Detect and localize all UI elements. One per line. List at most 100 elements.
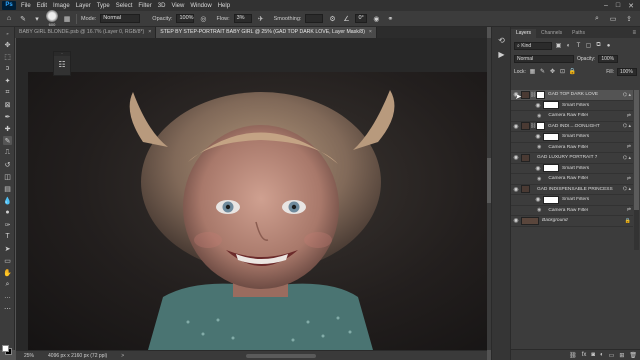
foreground-color-swatch[interactable]	[2, 345, 9, 352]
layer-thumbnail[interactable]	[521, 153, 530, 162]
brush-settings-icon[interactable]: ▦	[62, 14, 72, 24]
smart-filter-mask-thumbnail[interactable]	[543, 195, 559, 204]
type-tool-icon[interactable]: T	[3, 232, 12, 241]
menu-edit[interactable]: Edit	[34, 3, 50, 9]
smart-object-filter-icon[interactable]: ⧉	[595, 42, 602, 49]
close-window-button[interactable]: ✕	[628, 2, 634, 10]
flow-field[interactable]: 3%	[233, 14, 252, 23]
search-icon[interactable]: ⌕	[592, 14, 602, 24]
link-chain-icon[interactable]: ⛓	[530, 92, 536, 98]
visibility-eye-icon[interactable]: ◉	[533, 196, 543, 203]
kind-filter-select[interactable]: ⌕ Kind	[514, 41, 552, 50]
close-tab-icon[interactable]: ×	[148, 27, 151, 38]
link-chain-icon[interactable]: ⛓	[530, 123, 536, 129]
more-tools-icon[interactable]: …	[3, 292, 12, 301]
home-icon[interactable]: ⌂	[4, 14, 14, 24]
play-actions-icon[interactable]: ▶	[496, 49, 507, 60]
lock-transparent-icon[interactable]: ▦	[529, 68, 536, 75]
visibility-eye-icon[interactable]: ◉	[537, 113, 541, 119]
layer-name[interactable]: GAD INDI....OONLIGHT	[548, 124, 600, 129]
menu-filter[interactable]: Filter	[135, 3, 154, 9]
layer-mask-thumbnail[interactable]	[536, 122, 545, 131]
lock-image-icon[interactable]: ✎	[539, 68, 546, 75]
brush-tool-icon[interactable]: ✎	[3, 136, 12, 145]
layer-row[interactable]: ◉ Background 🔒	[511, 216, 633, 227]
panel-menu-icon[interactable]: ≡	[632, 29, 640, 38]
crop-tool-icon[interactable]: ⌗	[3, 88, 12, 97]
add-mask-icon[interactable]: ◙	[591, 352, 595, 358]
smart-filters-row[interactable]: ◉ Smart Filters	[511, 101, 633, 111]
layer-opacity-field[interactable]: 100%	[598, 54, 619, 63]
filter-options-icon[interactable]: ⇌	[627, 144, 631, 150]
airbrush-icon[interactable]: ✈	[256, 14, 266, 24]
layer-row[interactable]: ◉ ⛓ GAD TOP DARK LOVE ⌬ ▴	[511, 90, 633, 101]
tab-channels[interactable]: Channels	[536, 29, 567, 38]
layer-name[interactable]: GAD INDISPENSABLE PRINCESS	[537, 187, 613, 192]
chevron-down-icon[interactable]: ▾	[32, 14, 42, 24]
filter-name[interactable]: Camera Raw Filter	[548, 145, 588, 150]
menu-type[interactable]: Type	[94, 3, 113, 9]
tab-step-by-step-portrait[interactable]: STEP BY STEP-PORTRAIT BABY GIRL @ 25% (G…	[156, 27, 377, 38]
share-icon[interactable]: ⇪	[624, 14, 634, 24]
visibility-eye-icon[interactable]: ◉	[511, 217, 521, 224]
edit-toolbar-icon[interactable]: ⋯	[3, 304, 12, 313]
filter-row[interactable]: ◉ Camera Raw Filter ⇌	[511, 111, 633, 122]
filter-options-icon[interactable]: ⇌	[627, 207, 631, 213]
visibility-eye-icon[interactable]: ◉	[537, 207, 541, 213]
pixel-filter-icon[interactable]: ▣	[555, 42, 562, 49]
menu-file[interactable]: File	[18, 3, 34, 9]
status-menu-arrow[interactable]: >	[121, 353, 124, 359]
menu-3d[interactable]: 3D	[155, 3, 169, 9]
menu-image[interactable]: Image	[50, 3, 73, 9]
brush-tool-icon[interactable]: ✎	[18, 14, 28, 24]
smart-filters-row[interactable]: ◉ Smart Filters	[511, 164, 633, 174]
layer-mask-thumbnail[interactable]	[536, 90, 545, 99]
type-filter-icon[interactable]: T	[575, 42, 582, 49]
history-brush-tool-icon[interactable]: ↺	[3, 160, 12, 169]
adjustment-filter-icon[interactable]: ◐	[565, 42, 572, 49]
menu-help[interactable]: Help	[215, 3, 233, 9]
smart-filters-row[interactable]: ◉ Smart Filters	[511, 195, 633, 206]
maximize-button[interactable]: □	[616, 2, 620, 10]
layer-thumbnail[interactable]	[521, 90, 530, 99]
menu-layer[interactable]: Layer	[73, 3, 94, 9]
symmetry-icon[interactable]: ⚭	[385, 14, 395, 24]
mode-select[interactable]: Normal	[100, 14, 141, 23]
move-tool-icon[interactable]: ✥	[3, 40, 12, 49]
layer-name[interactable]: GAD TOP DARK LOVE	[548, 92, 598, 97]
tab-paths[interactable]: Paths	[567, 29, 590, 38]
filter-options-icon[interactable]: ⇌	[627, 113, 631, 119]
blend-mode-select[interactable]: Normal	[514, 54, 574, 63]
new-group-icon[interactable]: ▭	[609, 352, 615, 359]
blur-tool-icon[interactable]: 💧	[3, 196, 12, 205]
gradient-tool-icon[interactable]: ▤	[3, 184, 12, 193]
angle-field[interactable]: 0°	[355, 14, 368, 23]
pressure-size-icon[interactable]: ◉	[371, 14, 381, 24]
toolbar-collapse-icon[interactable]: »	[3, 29, 12, 38]
layers-scrollbar[interactable]	[634, 90, 639, 250]
tab-baby-girl-blonde[interactable]: BABY GIRL BLONDE.psb @ 16.7% (Layer 0, R…	[15, 27, 157, 38]
pen-tool-icon[interactable]: ✑	[3, 220, 12, 229]
dodge-tool-icon[interactable]: ●	[3, 208, 12, 217]
clone-stamp-tool-icon[interactable]: ⎍	[3, 148, 12, 157]
filter-toggle-icon[interactable]: ●	[605, 42, 612, 49]
menu-select[interactable]: Select	[113, 3, 136, 9]
zoom-tool-icon[interactable]: ⌕	[3, 280, 12, 289]
layer-name[interactable]: Background	[542, 218, 568, 223]
filter-row[interactable]: ◉ Camera Raw Filter ⇌	[511, 143, 633, 153]
eraser-tool-icon[interactable]: ◫	[3, 172, 12, 181]
link-layers-icon[interactable]: ⛓	[569, 352, 577, 359]
lock-all-icon[interactable]: 🔒	[569, 68, 576, 75]
menu-view[interactable]: View	[168, 3, 187, 9]
healing-brush-tool-icon[interactable]: ✚	[3, 124, 12, 133]
canvas-horizontal-scrollbar[interactable]	[246, 354, 316, 358]
new-layer-icon[interactable]: ⊞	[619, 352, 624, 359]
adjustment-layer-icon[interactable]: ◐	[600, 352, 604, 358]
layer-name[interactable]: GAD LUXURY PORTRAIT 7	[537, 155, 597, 160]
layer-row[interactable]: ◉ ⛓ GAD INDI....OONLIGHT ⌬ ▴	[511, 122, 633, 132]
visibility-eye-icon[interactable]: ◉	[533, 165, 543, 172]
filter-name[interactable]: Camera Raw Filter	[548, 176, 588, 181]
layer-thumbnail[interactable]	[521, 122, 530, 131]
close-tab-icon[interactable]: ×	[369, 27, 372, 38]
layer-style-icon[interactable]: fx	[582, 352, 587, 358]
